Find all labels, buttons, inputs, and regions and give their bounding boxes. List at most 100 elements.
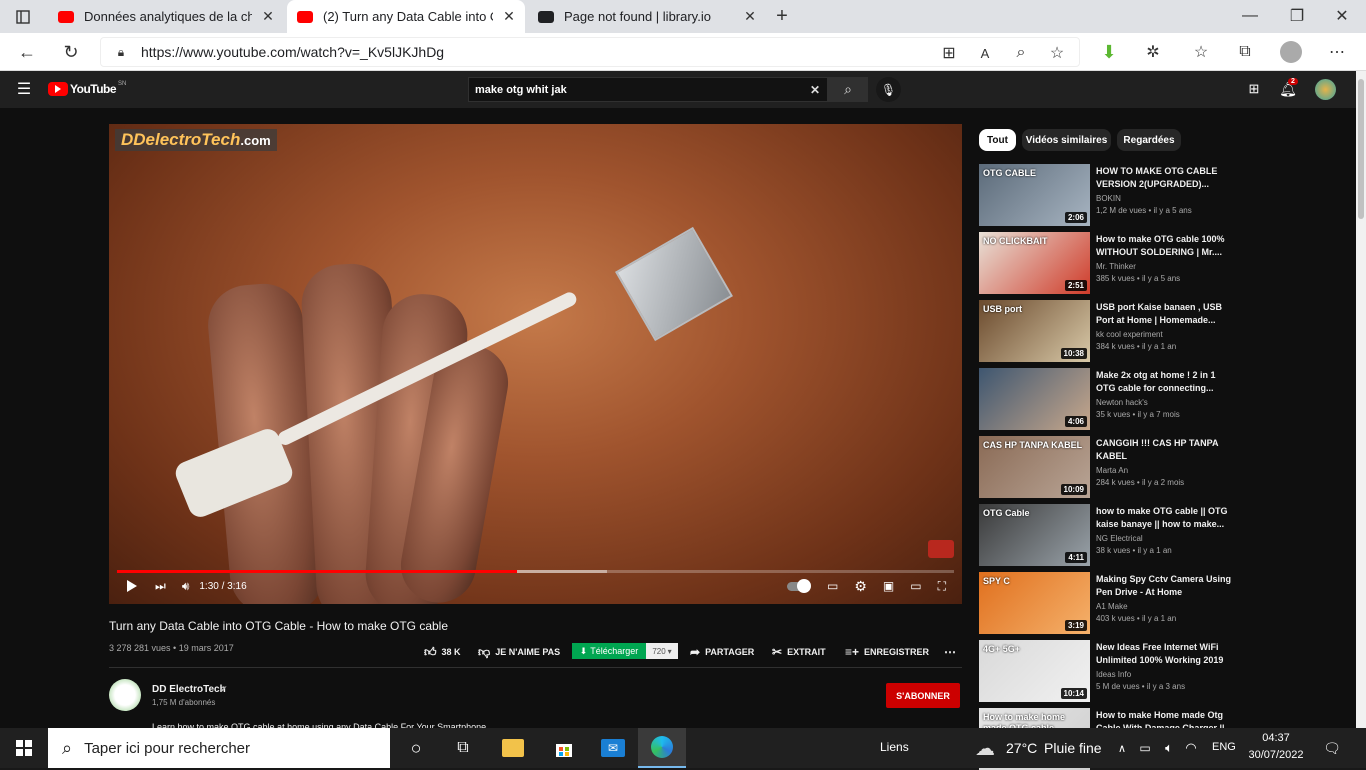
apps-icon[interactable]: ⊞: [939, 43, 959, 63]
menu-icon[interactable]: ☰: [14, 79, 34, 99]
windows-start-icon[interactable]: [14, 738, 34, 758]
cortana-icon[interactable]: ○: [405, 737, 427, 759]
tab-channel-analytics[interactable]: Données analytiques de la chaîne ✕: [48, 0, 284, 33]
new-tab-icon[interactable]: +: [770, 5, 794, 27]
like-button[interactable]: 👍︎ 38 K: [424, 644, 461, 660]
save-button[interactable]: ≡+ ENREGISTRER: [845, 644, 929, 660]
search-input[interactable]: make otg whit jak ✕: [468, 77, 828, 102]
video-thumbnail[interactable]: NO CLICKBAIT 2:51: [979, 232, 1090, 294]
restore-icon[interactable]: ❐: [1287, 5, 1307, 27]
video-thumbnail[interactable]: CAS HP TANPA KABEL 10:09: [979, 436, 1090, 498]
recommended-title[interactable]: HOW TO MAKE OTG CABLE VERSION 2(UPGRADED…: [1096, 165, 1232, 191]
channel-watermark-icon[interactable]: [928, 540, 954, 558]
clock-date[interactable]: 30/07/2022: [1240, 749, 1312, 761]
recommended-video[interactable]: NO CLICKBAIT 2:51 How to make OTG cable 10…: [979, 232, 1239, 294]
recommended-title[interactable]: USB port Kaise banaen , USB Port at Home…: [1096, 301, 1232, 327]
close-tab-icon[interactable]: ✕: [260, 8, 276, 25]
mail-icon[interactable]: ✉: [601, 739, 625, 757]
extensions-icon[interactable]: ✲: [1142, 41, 1164, 63]
download-extension-icon[interactable]: ⬇: [1098, 41, 1120, 63]
play-icon[interactable]: [127, 580, 137, 592]
minimize-icon[interactable]: —: [1240, 5, 1260, 27]
refresh-icon[interactable]: ↻: [60, 41, 82, 63]
tab-otg-video[interactable]: (2) Turn any Data Cable into OTG ✕: [287, 0, 525, 33]
subscribe-button[interactable]: S'ABONNER: [886, 683, 960, 708]
chip-all[interactable]: Tout: [979, 129, 1016, 151]
collections-icon[interactable]: ⧉: [1234, 41, 1256, 63]
search-button[interactable]: ⌕: [828, 77, 868, 102]
weather-condition[interactable]: Pluie fine: [1044, 740, 1102, 756]
create-video-icon[interactable]: ⊞: [1244, 79, 1264, 99]
chip-related[interactable]: Vidéos similaires: [1022, 129, 1111, 151]
next-icon[interactable]: ⏭︎: [155, 579, 166, 594]
video-thumbnail[interactable]: SPY C 3:19: [979, 572, 1090, 634]
recommended-title[interactable]: how to make OTG cable || OTG kaise banay…: [1096, 505, 1232, 531]
recommended-video[interactable]: USB port 10:38 USB port Kaise banaen , USB…: [979, 300, 1239, 362]
more-icon[interactable]: ⋯: [1326, 41, 1348, 63]
back-icon[interactable]: ←: [16, 41, 38, 63]
recommended-channel[interactable]: NG Electrical: [1096, 534, 1143, 543]
links-toolbar[interactable]: Liens: [880, 740, 909, 754]
recommended-channel[interactable]: Newton hack's: [1096, 398, 1148, 407]
notification-center-icon[interactable]: 🗨︎: [1322, 738, 1342, 758]
weather-temp[interactable]: 27°C: [1006, 740, 1037, 756]
account-avatar-icon[interactable]: [1315, 79, 1336, 100]
download-button[interactable]: ⬇ Télécharger: [572, 643, 646, 659]
task-view-icon[interactable]: ⧉: [452, 737, 474, 759]
more-actions-icon[interactable]: ⋯: [944, 644, 956, 660]
miniplayer-icon[interactable]: ▣: [883, 579, 894, 593]
taskbar-search-box[interactable]: ⌕ Taper ici pour rechercher: [48, 728, 390, 768]
recommended-channel[interactable]: Mr. Thinker: [1096, 262, 1136, 271]
url-field[interactable]: 🔒︎ https://www.youtube.com/watch?v=_Kv5l…: [100, 37, 1080, 67]
theater-mode-icon[interactable]: ▭: [910, 579, 921, 593]
clock-time[interactable]: 04:37: [1249, 732, 1303, 744]
recommended-channel[interactable]: BOKIN: [1096, 194, 1121, 203]
settings-gear-icon[interactable]: ⚙︎: [854, 578, 867, 595]
edge-browser-icon[interactable]: [638, 728, 686, 768]
fullscreen-icon[interactable]: ⛶: [938, 579, 946, 594]
recommended-video[interactable]: SPY C 3:19 Making Spy Cctv Camera Using Pe…: [979, 572, 1239, 634]
download-quality-select[interactable]: 720 ▾: [646, 643, 678, 659]
recommended-channel[interactable]: Marta An: [1096, 466, 1128, 475]
file-explorer-icon[interactable]: [502, 739, 524, 757]
recommended-channel[interactable]: A1 Make: [1096, 602, 1128, 611]
network-icon[interactable]: ▭: [1136, 739, 1154, 757]
profile-avatar-icon[interactable]: [1280, 41, 1302, 63]
recommended-channel[interactable]: kk cool experiment: [1096, 330, 1163, 339]
volume-icon[interactable]: 🔈︎: [1160, 739, 1178, 757]
video-thumbnail[interactable]: 4:06: [979, 368, 1090, 430]
chevron-up-icon[interactable]: ∧: [1114, 739, 1130, 757]
recommended-title[interactable]: Make 2x otg at home ! 2 in 1 OTG cable f…: [1096, 369, 1232, 395]
share-button[interactable]: ➦ PARTAGER: [690, 644, 754, 660]
dislike-button[interactable]: 👎︎ JE N'AIME PAS: [478, 644, 560, 660]
recommended-channel[interactable]: Ideas Info: [1096, 670, 1131, 679]
wifi-icon[interactable]: ◠: [1182, 739, 1200, 757]
video-thumbnail[interactable]: OTG Cable 4:11: [979, 504, 1090, 566]
channel-name[interactable]: DD ElectroTech: [152, 684, 226, 695]
language-indicator[interactable]: ENG: [1212, 741, 1236, 753]
chip-watched[interactable]: Regardées: [1117, 129, 1181, 151]
tab-actions-icon[interactable]: [12, 6, 34, 28]
video-thumbnail[interactable]: 4G+ 5G+ 10:14: [979, 640, 1090, 702]
recommended-video[interactable]: 4:06 Make 2x otg at home ! 2 in 1 OTG cab…: [979, 368, 1239, 430]
mic-icon[interactable]: 🎙︎: [876, 77, 901, 102]
tab-library-io[interactable]: Page not found | library.io ✕: [528, 0, 766, 33]
close-window-icon[interactable]: ✕: [1332, 5, 1352, 27]
recommended-video[interactable]: CAS HP TANPA KABEL 10:09 CANGGIH !!! CAS H…: [979, 436, 1239, 498]
youtube-logo[interactable]: YouTube SN: [48, 81, 126, 96]
recommended-title[interactable]: How to make OTG cable 100% WITHOUT SOLDE…: [1096, 233, 1232, 259]
recommended-video[interactable]: 4G+ 5G+ 10:14 New Ideas Free Internet WiFi…: [979, 640, 1239, 702]
recommended-video[interactable]: OTG CABLE 2:06 HOW TO MAKE OTG CABLE VERSI…: [979, 164, 1239, 226]
video-player[interactable]: DDelectroTech .com ⏭︎ 🔊︎ 1:30 / 3:16 ▭ ⚙…: [109, 124, 962, 604]
read-aloud-icon[interactable]: A: [975, 43, 995, 63]
clear-search-icon[interactable]: ✕: [807, 82, 823, 98]
close-tab-icon[interactable]: ✕: [742, 8, 758, 25]
clip-button[interactable]: ✂ EXTRAIT: [772, 644, 826, 660]
store-icon[interactable]: [553, 737, 575, 759]
recommended-video[interactable]: OTG Cable 4:11 how to make OTG cable || OT…: [979, 504, 1239, 566]
weather-cloud-icon[interactable]: ☁: [972, 737, 998, 760]
recommended-title[interactable]: New Ideas Free Internet WiFi Unlimited 1…: [1096, 641, 1232, 667]
recommended-title[interactable]: CANGGIH !!! CAS HP TANPA KABEL: [1096, 437, 1232, 463]
video-thumbnail[interactable]: USB port 10:38: [979, 300, 1090, 362]
close-tab-icon[interactable]: ✕: [501, 8, 517, 25]
